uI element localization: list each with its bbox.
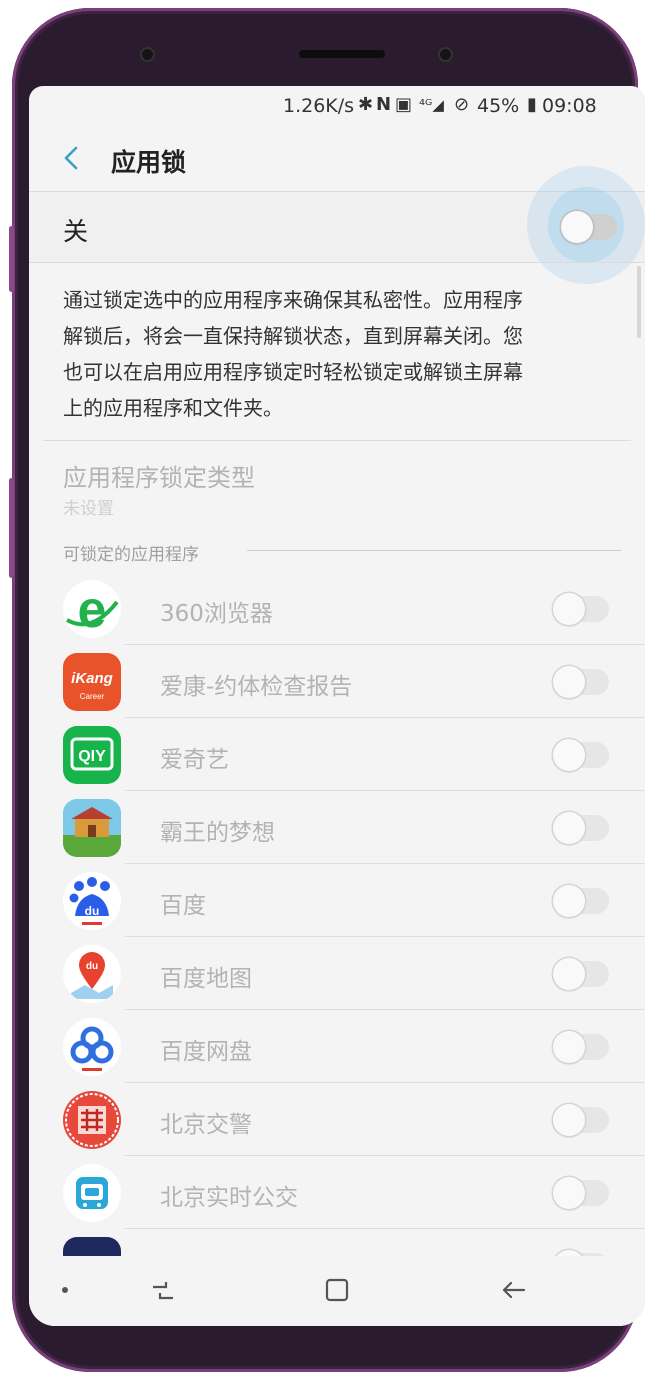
list-item[interactable]: 北京实时公交	[29, 1156, 645, 1229]
front-camera	[440, 49, 451, 60]
toggle-knob	[553, 885, 585, 917]
list-item[interactable]: 霸王的梦想	[29, 791, 645, 864]
navigation-bar	[29, 1256, 645, 1326]
svg-text:du: du	[85, 904, 100, 918]
earpiece-speaker	[299, 50, 385, 58]
svg-text:QIY: QIY	[78, 748, 106, 765]
app-name: 百度地图	[160, 966, 252, 992]
list-item[interactable]: du 百度	[29, 864, 645, 937]
app-lock-toggle[interactable]	[553, 593, 609, 625]
nav-dot-icon	[43, 1270, 87, 1310]
toggle-knob	[553, 593, 585, 625]
volume-button	[9, 478, 14, 578]
toggle-knob	[553, 1104, 585, 1136]
app-lock-toggle[interactable]	[553, 1104, 609, 1136]
app-lock-toggle[interactable]	[553, 958, 609, 990]
recent-apps-icon	[153, 1282, 173, 1300]
clock: 09:08	[542, 95, 597, 117]
back-nav-button[interactable]	[491, 1270, 535, 1310]
list-item[interactable]: iKang Career 爱康-约体检查报告	[29, 645, 645, 718]
baidu-netdisk-icon	[63, 1018, 121, 1076]
lockable-apps-header: 可锁定的应用程序	[63, 545, 199, 565]
scrollbar[interactable]	[637, 266, 641, 338]
app-name: 爱康-约体检查报告	[160, 674, 353, 700]
battery-icon: ▮	[527, 94, 537, 115]
status-bar: 1.26K/s ✱ N ▣ ⁴ᴳ◢ ⊘ 45% ▮ 09:08	[29, 86, 645, 126]
svg-text:Career: Career	[80, 692, 105, 701]
home-icon	[325, 1278, 349, 1302]
list-item[interactable]: 百度网盘	[29, 1010, 645, 1083]
description-divider	[43, 440, 631, 441]
beijing-traffic-police-icon	[63, 1091, 121, 1149]
app-lock-toggle[interactable]	[553, 1177, 609, 1209]
nfc-icon: N	[376, 94, 392, 115]
do-not-disturb-icon: ⊘	[454, 94, 470, 115]
home-button[interactable]	[315, 1270, 359, 1310]
app-name: 霸王的梦想	[160, 820, 275, 846]
svg-text:iKang: iKang	[71, 670, 113, 687]
vibrate-icon: ▣	[395, 94, 413, 115]
svg-text:e: e	[78, 581, 107, 638]
game-icon	[63, 799, 121, 857]
iqiyi-icon: QIY	[63, 726, 121, 784]
signal-icon: ⁴ᴳ◢	[419, 96, 444, 114]
network-speed: 1.26K/s	[283, 95, 355, 117]
toggle-knob	[553, 958, 585, 990]
phone-frame: 1.26K/s ✱ N ▣ ⁴ᴳ◢ ⊘ 45% ▮ 09:08 应用锁 关 通过…	[9, 8, 645, 1372]
back-arrow-icon	[502, 1281, 526, 1299]
toggle-knob	[553, 666, 585, 698]
list-item[interactable]: QIY 爱奇艺	[29, 718, 645, 791]
toggle-knob	[553, 812, 585, 844]
battery-percent: 45%	[477, 95, 520, 117]
app-lock-toggle[interactable]	[553, 666, 609, 698]
back-button[interactable]	[55, 140, 87, 176]
toggle-knob	[553, 1031, 585, 1063]
ikang-icon: iKang Career	[63, 653, 121, 711]
app-lock-toggle[interactable]	[553, 1031, 609, 1063]
chevron-left-icon	[64, 146, 78, 170]
list-item[interactable]: du 百度地图	[29, 937, 645, 1010]
app-lock-master-switch-row[interactable]: 关	[29, 166, 645, 284]
bluetooth-icon: ✱	[358, 94, 374, 115]
app-name: 百度	[160, 893, 206, 919]
description-text: 通过锁定选中的应用程序来确保其私密性。应用程序 解锁后，将会一直保持解锁状态，直…	[63, 288, 523, 420]
app-name: 百度网盘	[160, 1039, 252, 1065]
recent-apps-button[interactable]	[141, 1270, 185, 1310]
master-toggle[interactable]	[561, 211, 617, 243]
toggle-knob	[553, 1177, 585, 1209]
app-name: 北京交警	[160, 1112, 252, 1138]
app-name: 360浏览器	[160, 601, 273, 627]
baidu-icon: du	[63, 872, 121, 930]
baidu-map-icon: du	[63, 945, 121, 1003]
app-lock-toggle[interactable]	[553, 739, 609, 771]
section-header-line	[247, 550, 621, 551]
lock-type-title: 应用程序锁定类型	[63, 464, 255, 492]
page-title: 应用锁	[111, 148, 187, 177]
360-browser-icon: e	[63, 580, 121, 638]
beijing-bus-icon	[63, 1164, 121, 1222]
app-name: 爱奇艺	[160, 747, 229, 773]
app-lock-toggle[interactable]	[553, 812, 609, 844]
svg-text:du: du	[86, 961, 98, 972]
master-divider	[29, 262, 645, 263]
front-sensor	[142, 49, 153, 60]
bixby-button	[9, 226, 14, 292]
lock-type-value: 未设置	[63, 499, 114, 519]
list-item[interactable]: 北京交警	[29, 1083, 645, 1156]
master-switch-label: 关	[63, 217, 89, 246]
toggle-knob	[553, 739, 585, 771]
app-lock-toggle[interactable]	[553, 885, 609, 917]
screen: 1.26K/s ✱ N ▣ ⁴ᴳ◢ ⊘ 45% ▮ 09:08 应用锁 关 通过…	[29, 86, 645, 1326]
list-item[interactable]: e 360浏览器	[29, 572, 645, 645]
toggle-knob	[561, 211, 593, 243]
app-name: 北京实时公交	[160, 1185, 298, 1211]
